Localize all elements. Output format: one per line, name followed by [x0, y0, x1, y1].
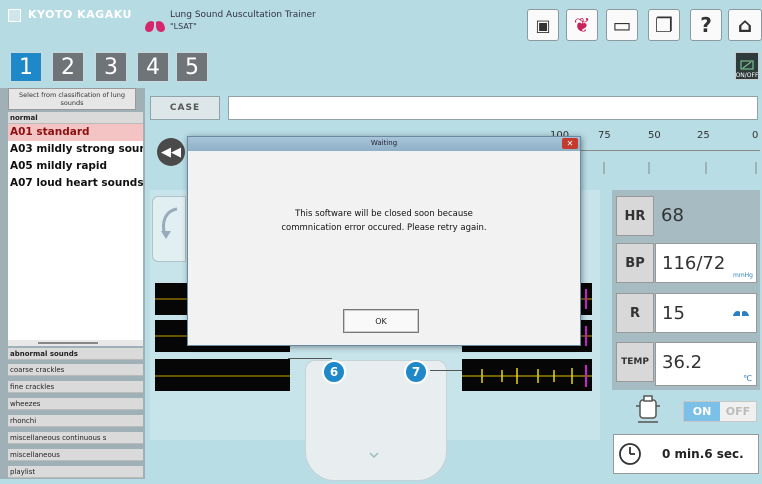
speaker-settings-icon: ▣: [535, 15, 551, 35]
waveform-right-3: [462, 359, 592, 391]
dialog-message-line1: This software will be closed soon becaus…: [295, 209, 473, 219]
dialog-title: Waiting: [370, 139, 398, 147]
select-classification-button[interactable]: Select from classification of lung sound…: [8, 88, 136, 110]
category-rhonchi[interactable]: rhonchi: [8, 415, 143, 427]
hr-label: HR: [616, 196, 654, 236]
category-wheezes[interactable]: wheezes: [8, 398, 143, 410]
book-icon: ❐: [655, 13, 673, 37]
home-button[interactable]: ⌂: [728, 9, 762, 41]
category-fine-crackles[interactable]: fine crackles: [8, 381, 143, 393]
category-miscellaneous[interactable]: miscellaneous: [8, 449, 143, 461]
case-button[interactable]: CASE: [150, 96, 220, 120]
app-subtitle: "LSAT": [170, 22, 197, 31]
cuff-toggle[interactable]: ON OFF: [683, 401, 757, 422]
help-icon: ?: [700, 13, 712, 37]
scale-tick-75: 75: [598, 130, 611, 141]
list-item-a03[interactable]: A03 mildly strong sounds: [8, 141, 143, 158]
category-playlist[interactable]: playlist: [8, 466, 143, 478]
monitor-icon: ▭: [612, 13, 632, 37]
marker-7-badge[interactable]: 7: [404, 360, 428, 384]
toggle-off[interactable]: OFF: [720, 402, 756, 421]
scrollbar-thumb[interactable]: [38, 342, 98, 344]
list-item-a07[interactable]: A07 loud heart sounds: [8, 175, 143, 192]
bp-unit: mmHg: [732, 272, 753, 279]
rotate-icon: [161, 207, 178, 239]
normal-sound-list: A01 standard A03 mildly strong sounds A0…: [8, 124, 143, 344]
marker-6-badge[interactable]: 6: [322, 360, 346, 384]
lungs-small-icon: [733, 308, 749, 316]
error-dialog: Waiting ✕ This software will be closed s…: [187, 136, 581, 346]
timer-value: 0 min.6 sec.: [662, 447, 744, 461]
home-icon: ⌂: [737, 13, 753, 37]
dialog-message: This software will be closed soon becaus…: [208, 207, 560, 235]
marker-leader-6: [288, 358, 332, 359]
monitor-button[interactable]: ▭: [606, 9, 638, 41]
dialog-close-button[interactable]: ✕: [562, 138, 578, 149]
r-value: 15: [662, 303, 685, 324]
case-field[interactable]: [228, 96, 758, 120]
help-button[interactable]: ?: [690, 9, 722, 41]
category-abnormal-sounds[interactable]: abnormal sounds: [8, 348, 143, 360]
power-label: ON/OFF: [735, 72, 759, 79]
scale-tick-25: 25: [697, 130, 710, 141]
waveform-trace: [462, 365, 592, 387]
rewind-icon: ◀◀: [161, 144, 181, 160]
marker-leader-7: [430, 370, 462, 371]
lungs-logo-icon: [145, 14, 165, 32]
temp-field[interactable]: 36.2 ℃: [655, 342, 757, 386]
temp-unit: ℃: [743, 374, 752, 383]
power-icon: [740, 60, 754, 70]
toggle-on[interactable]: ON: [684, 402, 720, 421]
temp-value: 36.2: [662, 352, 703, 373]
bp-label: BP: [616, 243, 654, 283]
scale-tick-0: 0: [752, 130, 759, 141]
category-coarse-crackles[interactable]: coarse crackles: [8, 364, 143, 376]
tab-4[interactable]: 4: [137, 52, 169, 82]
elapsed-timer: 0 min.6 sec.: [613, 434, 759, 474]
bp-value: 116/72: [662, 253, 726, 274]
waveform-trace: [155, 375, 290, 377]
clock-icon: [619, 443, 641, 465]
lungs-button[interactable]: ❦: [566, 9, 598, 41]
brand-name: KYOTO KAGAKU: [28, 8, 132, 21]
category-misc-continuous[interactable]: miscellaneous continuous s: [8, 432, 143, 444]
scale-line: [580, 150, 760, 151]
temp-label: TEMP: [616, 342, 654, 382]
tab-2[interactable]: 2: [52, 52, 84, 82]
rotate-view-button[interactable]: [152, 196, 186, 262]
scale-tick-50: 50: [648, 130, 661, 141]
tab-1[interactable]: 1: [10, 52, 42, 82]
power-button[interactable]: ON/OFF: [735, 52, 759, 80]
brand-logo: [8, 9, 21, 22]
dialog-message-line2: commnication error occured. Please retry…: [281, 223, 487, 233]
speaker-settings-button[interactable]: ▣: [527, 9, 559, 41]
tab-5[interactable]: 5: [176, 52, 208, 82]
manual-button[interactable]: ❐: [648, 9, 680, 41]
list-item-a05[interactable]: A05 mildly rapid: [8, 158, 143, 175]
hr-value: 68: [661, 205, 684, 226]
close-icon: ✕: [566, 139, 574, 148]
app-title: Lung Sound Auscultation Trainer: [170, 10, 316, 20]
bp-field[interactable]: 116/72 mmHg: [655, 243, 757, 283]
lungs-icon: ❦: [573, 13, 591, 37]
ok-button[interactable]: OK: [343, 309, 419, 333]
list-item-a01[interactable]: A01 standard: [8, 124, 143, 141]
r-label: R: [616, 293, 654, 333]
tab-3[interactable]: 3: [95, 52, 127, 82]
r-field[interactable]: 15: [655, 293, 757, 333]
category-normal[interactable]: normal: [8, 112, 143, 124]
waveform-left-3: [155, 359, 290, 391]
bp-cuff-icon: [636, 395, 660, 423]
